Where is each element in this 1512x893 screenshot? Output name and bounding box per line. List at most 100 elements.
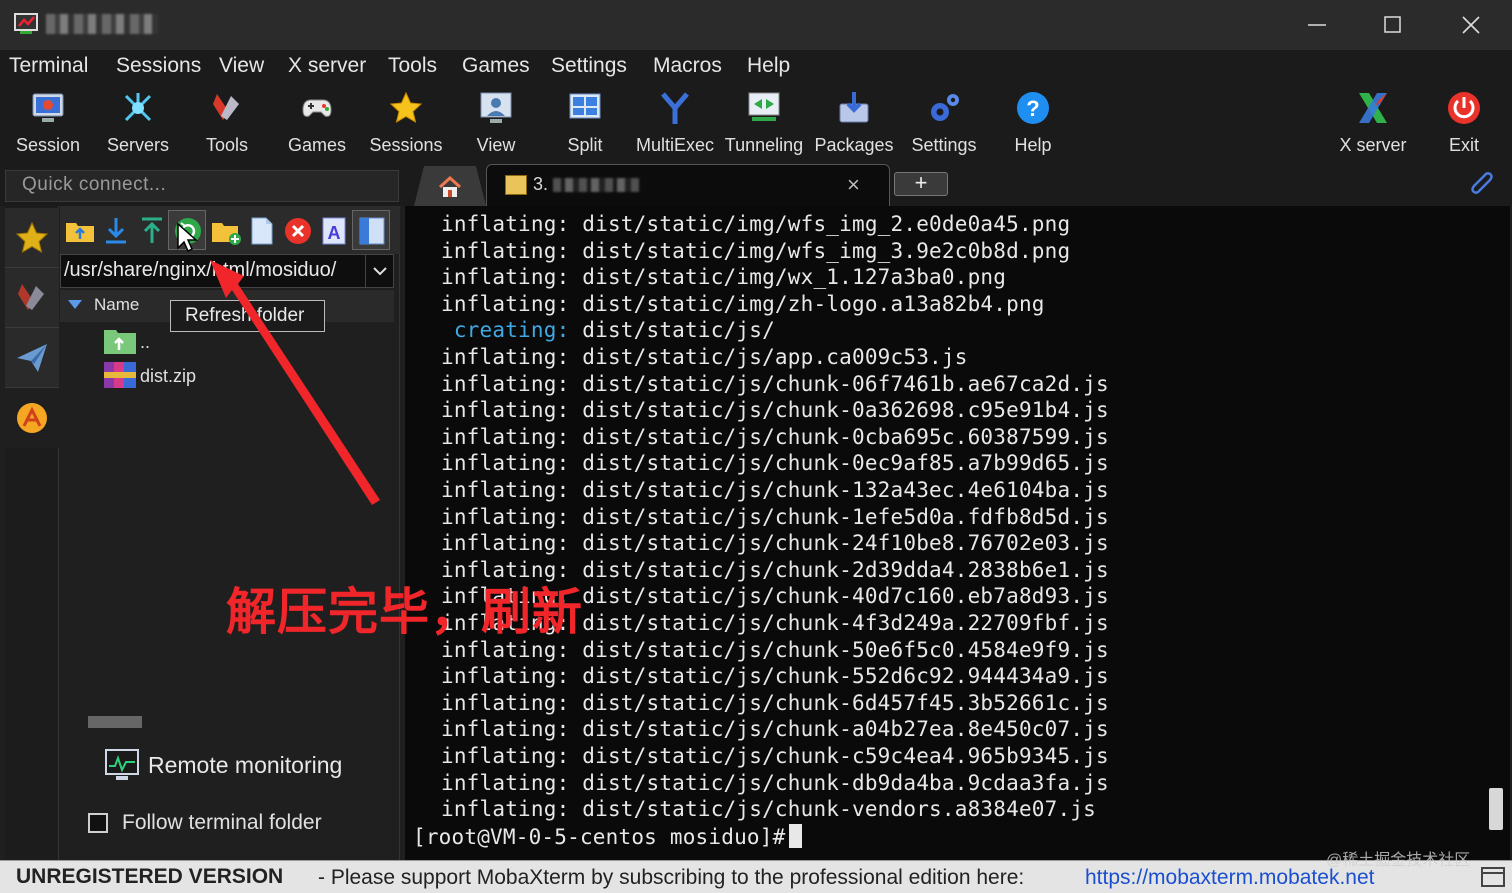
x-server-icon: [1359, 93, 1387, 123]
quick-connect-input[interactable]: Quick connect...: [5, 170, 399, 202]
checkbox[interactable]: [88, 813, 108, 833]
terminal-line: inflating: dist/static/js/chunk-0a362698…: [441, 398, 1109, 422]
new-file-icon[interactable]: [246, 215, 278, 247]
panel-splitter[interactable]: [88, 716, 142, 728]
menu-settings[interactable]: Settings: [551, 54, 627, 78]
menu-tools[interactable]: Tools: [388, 54, 437, 78]
menu-x-server[interactable]: X server: [288, 54, 366, 78]
terminal-line-verb: inflating:: [441, 451, 570, 476]
terminal-prompt[interactable]: [root@VM-0-5-centos mosiduo]#: [413, 823, 803, 849]
terminal-line-verb: inflating:: [441, 398, 570, 423]
remote-monitoring-button[interactable]: Remote monitoring: [100, 748, 380, 788]
file-name: dist.zip: [140, 366, 197, 386]
terminal-line: inflating: dist/static/js/chunk-0cba695c…: [441, 425, 1109, 449]
tunneling-button[interactable]: Tunneling: [719, 86, 809, 156]
split-button[interactable]: Split: [540, 86, 630, 156]
split-icon: [569, 93, 601, 119]
session-icon: [32, 93, 64, 122]
tunneling-label: Tunneling: [724, 135, 804, 155]
terminal-line-verb: inflating:: [441, 690, 570, 715]
tab-close-icon[interactable]: ×: [847, 172, 860, 198]
menu-sessions[interactable]: Sessions: [116, 54, 201, 78]
tools-icon: [213, 94, 239, 120]
svg-text:A: A: [328, 223, 341, 243]
annotation-text: 解压完毕，刷新: [226, 583, 583, 641]
terminal-line-path: dist/static/js/chunk-0cba695c.60387599.j…: [582, 424, 1109, 449]
packages-button[interactable]: Packages: [809, 86, 899, 156]
servers-button[interactable]: Servers: [93, 86, 183, 156]
rename-icon[interactable]: A: [318, 215, 350, 247]
path-dropdown[interactable]: [365, 255, 393, 287]
remote-monitoring-label: Remote monitoring: [148, 752, 343, 778]
view-icon: [480, 92, 512, 123]
new-tab-button[interactable]: +: [894, 172, 948, 196]
help-button[interactable]: ? Help: [988, 86, 1078, 156]
tools-button[interactable]: Tools: [182, 86, 272, 156]
terminal-line-verb: inflating:: [441, 504, 570, 529]
menu-bar: Terminal Sessions View X server Tools Ga…: [0, 50, 1512, 82]
packages-label: Packages: [814, 135, 894, 155]
file-row-dist-zip[interactable]: dist.zip: [100, 360, 380, 392]
sidebar-sessions-button[interactable]: [5, 208, 59, 268]
follow-terminal-folder-checkbox[interactable]: Follow terminal folder: [88, 810, 388, 840]
terminal-session-tab[interactable]: 3. ×: [486, 164, 890, 206]
terminal-line: inflating: dist/static/js/chunk-c59c4ea4…: [441, 744, 1109, 768]
games-button[interactable]: Games: [272, 86, 362, 156]
terminal-line-path: dist/static/js/chunk-2d39dda4.2838b6e1.j…: [582, 557, 1109, 582]
paperclip-icon[interactable]: [1466, 168, 1496, 198]
path-input[interactable]: /usr/share/nginx/html/mosiduo/: [60, 254, 394, 288]
maximize-button[interactable]: [1354, 0, 1432, 50]
settings-button[interactable]: Settings: [899, 86, 989, 156]
terminal-line-path: dist/static/js/app.ca009c53.js: [582, 345, 968, 369]
terminal-line-verb: inflating:: [441, 744, 570, 768]
home-tab[interactable]: [414, 166, 486, 206]
watermark: @稀土掘金技术社区: [1326, 852, 1471, 869]
tools-label: Tools: [205, 135, 249, 155]
parent-folder-icon[interactable]: [64, 215, 96, 247]
x-server-button[interactable]: X server: [1328, 86, 1418, 156]
star-icon: [389, 91, 423, 124]
menu-games[interactable]: Games: [462, 54, 530, 78]
follow-terminal-label: Follow terminal folder: [122, 811, 322, 834]
sidebar-tools-button[interactable]: [5, 268, 59, 328]
toggle-view-button[interactable]: [352, 210, 390, 250]
window-title-redacted: [46, 14, 158, 34]
terminal-line-verb: inflating:: [441, 797, 570, 822]
terminal-scrollbar[interactable]: [1489, 788, 1503, 830]
sidebar-macros-button[interactable]: [5, 388, 59, 448]
menu-terminal[interactable]: Terminal: [9, 54, 88, 78]
sessions-label: Sessions: [369, 135, 443, 155]
view-button[interactable]: View: [451, 86, 541, 156]
delete-icon[interactable]: [282, 215, 314, 247]
terminal-line-path: dist/static/img/wfs_img_3.9e2c0b8d.png: [582, 238, 1071, 263]
minimize-button[interactable]: [1278, 0, 1356, 50]
multiexec-label: MultiExec: [635, 135, 715, 155]
terminal-line-path: dist/static/img/wfs_img_2.e0de0a45.png: [582, 212, 1071, 236]
sessions-button[interactable]: Sessions: [361, 86, 451, 156]
download-icon[interactable]: [100, 215, 132, 247]
exit-button[interactable]: Exit: [1419, 86, 1509, 156]
status-window-icon[interactable]: [1480, 865, 1506, 889]
sidebar-sftp-button[interactable]: [5, 328, 59, 388]
upload-icon[interactable]: [136, 215, 168, 247]
terminal-line-path: dist/static/js/chunk-0ec9af85.a7b99d65.j…: [582, 451, 1109, 476]
menu-macros[interactable]: Macros: [653, 54, 722, 78]
terminal-line-verb: inflating:: [441, 265, 570, 290]
terminal-line-path: dist/static/js/chunk-24f10be8.76702e03.j…: [582, 531, 1109, 556]
multiexec-button[interactable]: MultiExec: [630, 86, 720, 156]
terminal-line-verb: inflating:: [441, 238, 570, 263]
new-folder-icon[interactable]: [210, 215, 242, 247]
path-text: /usr/share/nginx/html/mosiduo/: [64, 259, 337, 281]
terminal-output[interactable]: inflating: dist/static/img/wfs_img_2.e0d…: [405, 206, 1510, 860]
status-bar: UNREGISTERED VERSION - Please support Mo…: [0, 860, 1512, 893]
terminal-line-verb: inflating:: [441, 770, 570, 795]
close-window-button[interactable]: [1432, 0, 1510, 50]
terminal-cursor: [789, 823, 803, 848]
power-icon: [1448, 92, 1480, 124]
menu-view[interactable]: View: [219, 54, 264, 78]
session-button[interactable]: Session: [3, 86, 93, 156]
menu-help[interactable]: Help: [747, 54, 790, 78]
minimize-icon: [1308, 24, 1326, 26]
terminal-line-path: dist/static/js/: [582, 318, 775, 343]
chevron-down-icon: [373, 267, 387, 276]
